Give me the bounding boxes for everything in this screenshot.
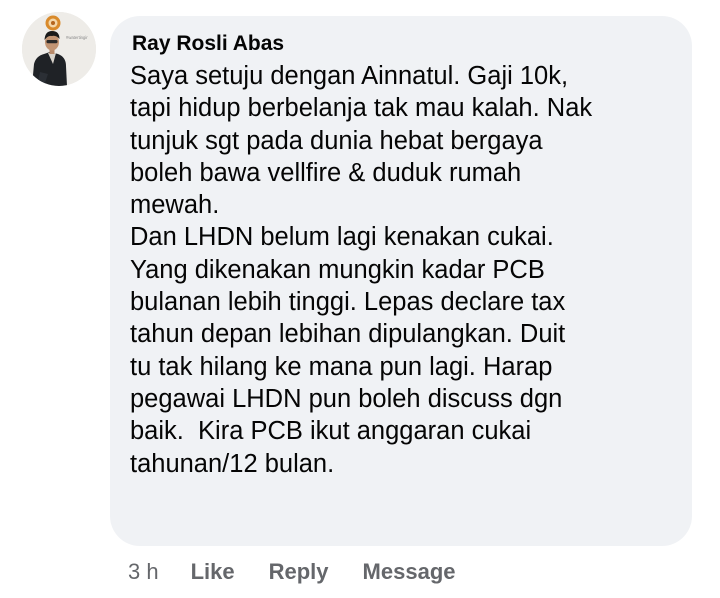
comment-line: Saya setuju dengan Ainnatul. Gaji 10k, <box>130 62 569 90</box>
comment-timestamp[interactable]: 3 h <box>128 559 159 585</box>
comment-author-name[interactable]: Ray Rosli Abas <box>132 32 284 56</box>
comment-bubble: Ray Rosli Abas Saya setuju dengan Ainnat… <box>110 16 692 546</box>
author-avatar[interactable]: #watertingir <box>22 12 96 86</box>
comment-line: boleh bawa vellfire & duduk rumah <box>130 158 522 187</box>
comment-line: mewah. <box>130 191 220 220</box>
like-button[interactable]: Like <box>191 559 235 585</box>
comment-line: pegawai LHDN pun boleh discuss dgn <box>130 384 563 413</box>
comment-line: baik. Kira PCB ikut anggaran cukai <box>130 417 532 446</box>
comment-line: Yang dikenakan mungkin kadar PCB <box>130 255 545 284</box>
comment-actions: 3 h Like Reply Message <box>128 556 490 588</box>
avatar-logo-icon <box>45 15 61 31</box>
avatar-watermark: #watertingir <box>66 35 88 40</box>
comment-line: tu tak hilang ke mana pun lagi. Harap <box>130 352 553 381</box>
reply-button[interactable]: Reply <box>269 559 329 585</box>
comment-line: tahun depan lebihan dipulangkan. Duit <box>130 320 566 349</box>
comment-line: tahunan/12 bulan. <box>130 449 335 478</box>
message-button[interactable]: Message <box>363 559 456 585</box>
comment-text: Saya setuju dengan Ainnatul. Gaji 10k, t… <box>130 60 680 480</box>
comment-line: Dan LHDN belum lagi kenakan cukai. <box>130 223 554 252</box>
comment-line: tapi hidup berbelanja tak mau kalah. Nak <box>130 94 593 123</box>
comment-line: bulanan lebih tinggi. Lepas declare tax <box>130 288 566 317</box>
profile-photo-icon: #watertingir <box>22 12 96 86</box>
comment-line: tunjuk sgt pada dunia hebat bergaya <box>130 126 543 155</box>
